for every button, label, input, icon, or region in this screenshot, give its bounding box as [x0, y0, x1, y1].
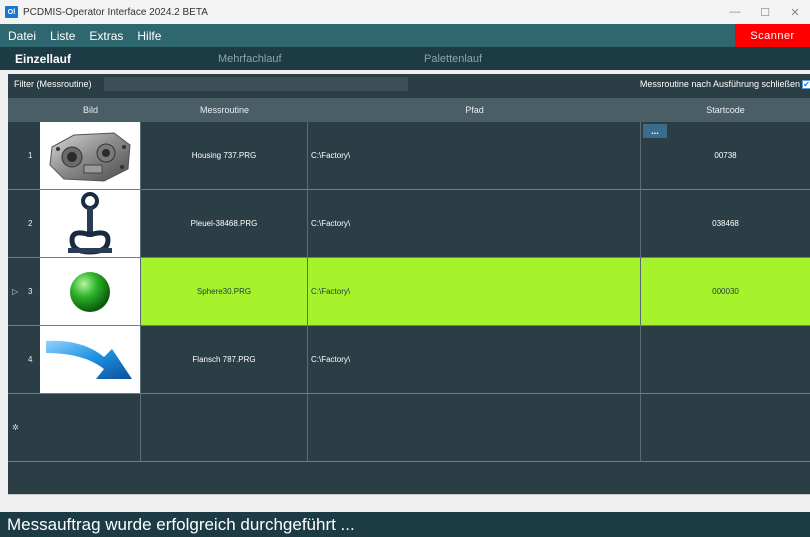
filter-label: Filter (Messroutine): [14, 79, 92, 89]
row-number: 4: [28, 355, 33, 364]
table-row-new[interactable]: ✲: [8, 394, 810, 462]
routine-name-cell[interactable]: Housing 737.PRG: [141, 122, 308, 190]
close-button[interactable]: ✕: [780, 0, 810, 24]
path-cell[interactable]: C:\Factory\: [308, 122, 641, 190]
tab-mehrfachlauf[interactable]: Mehrfachlauf: [218, 47, 282, 70]
routine-name-cell[interactable]: Sphere30.PRG: [141, 258, 308, 326]
row-number: 3: [28, 287, 33, 296]
close-after-run-option[interactable]: Messroutine nach Ausführung schließen: [640, 74, 800, 94]
row-header[interactable]: 1: [8, 122, 40, 190]
status-bar: Messauftrag wurde erfolgreich durchgefüh…: [0, 512, 810, 537]
menu-hilfe[interactable]: Hilfe: [130, 29, 168, 43]
routine-name-cell[interactable]: Pleuel-38468.PRG: [141, 190, 308, 258]
current-row-marker-icon: ▷: [12, 287, 19, 296]
column-header-messroutine[interactable]: Messroutine: [141, 98, 308, 122]
path-cell[interactable]: [308, 394, 641, 462]
filter-input[interactable]: [104, 77, 408, 91]
row-header[interactable]: 4: [8, 326, 40, 394]
table-row-selected[interactable]: ▷ 3 Sphere30.PRG C:\Factory\ 000030: [8, 258, 810, 326]
filter-bar: Filter (Messroutine) Messroutine nach Au…: [8, 74, 810, 94]
window-title: PCDMIS-Operator Interface 2024.2 BETA: [23, 6, 208, 18]
path-cell[interactable]: C:\Factory\: [308, 258, 641, 326]
mode-tabs: Einzellauf Mehrfachlauf Palettenlauf: [0, 47, 810, 70]
housing-part-image: [40, 122, 141, 190]
close-after-run-label: Messroutine nach Ausführung schließen: [639, 79, 800, 89]
app-logo-icon: Ol: [5, 6, 18, 18]
row-number: 1: [28, 151, 33, 160]
path-cell[interactable]: C:\Factory\: [308, 326, 641, 394]
column-header-startcode[interactable]: Startcode: [641, 98, 810, 122]
menu-datei[interactable]: Datei: [0, 29, 43, 43]
row-number: 2: [28, 219, 33, 228]
column-header-pfad[interactable]: Pfad: [308, 98, 641, 122]
close-after-run-checkbox[interactable]: ✔: [802, 80, 810, 89]
routine-panel: Filter (Messroutine) Messroutine nach Au…: [8, 74, 810, 494]
checkmark-icon: ✔: [803, 79, 810, 89]
table-row[interactable]: 2 Pleuel-38468.PRG C:\Factory\ 038468: [8, 190, 810, 258]
connecting-rod-image: [40, 190, 141, 258]
tab-palettenlauf[interactable]: Palettenlauf: [424, 47, 482, 70]
startcode-more-button[interactable]: ...: [643, 124, 667, 138]
row-header[interactable]: ▷ 3: [8, 258, 40, 326]
menu-liste[interactable]: Liste: [43, 29, 82, 43]
maximize-button[interactable]: ☐: [750, 0, 780, 24]
menu-bar: Datei Liste Extras Hilfe Scanner: [0, 24, 810, 47]
row-header[interactable]: ✲: [8, 394, 40, 462]
blue-arrow-image: [40, 326, 141, 394]
table-row[interactable]: 1 Housing 737.PRG C:\Factory\ ... 00738: [8, 122, 810, 190]
status-message: Messauftrag wurde erfolgreich durchgefüh…: [7, 514, 355, 534]
startcode-cell[interactable]: 000030: [641, 258, 810, 326]
path-cell[interactable]: C:\Factory\: [308, 190, 641, 258]
green-sphere-image: [40, 258, 141, 326]
image-cell[interactable]: [40, 394, 141, 462]
column-header-bild[interactable]: Bild: [40, 98, 141, 122]
grid-header: Bild Messroutine Pfad Startcode: [8, 98, 810, 122]
horizontal-scrollbar[interactable]: [8, 494, 810, 512]
scanner-button[interactable]: Scanner: [735, 24, 810, 47]
startcode-cell[interactable]: [641, 394, 810, 462]
menu-extras[interactable]: Extras: [82, 29, 130, 43]
tab-einzellauf[interactable]: Einzellauf: [15, 47, 71, 70]
table-row[interactable]: 4 Flansch 787.PRG C:\Factory\: [8, 326, 810, 394]
title-bar: Ol PCDMIS-Operator Interface 2024.2 BETA…: [0, 0, 810, 24]
startcode-value: 00738: [714, 151, 737, 160]
routine-name-cell[interactable]: [141, 394, 308, 462]
new-row-icon: ✲: [12, 423, 19, 432]
startcode-cell[interactable]: 038468: [641, 190, 810, 258]
minimize-button[interactable]: —: [720, 0, 750, 24]
startcode-cell[interactable]: [641, 326, 810, 394]
row-header[interactable]: 2: [8, 190, 40, 258]
startcode-cell[interactable]: ... 00738: [641, 122, 810, 190]
routine-name-cell[interactable]: Flansch 787.PRG: [141, 326, 308, 394]
